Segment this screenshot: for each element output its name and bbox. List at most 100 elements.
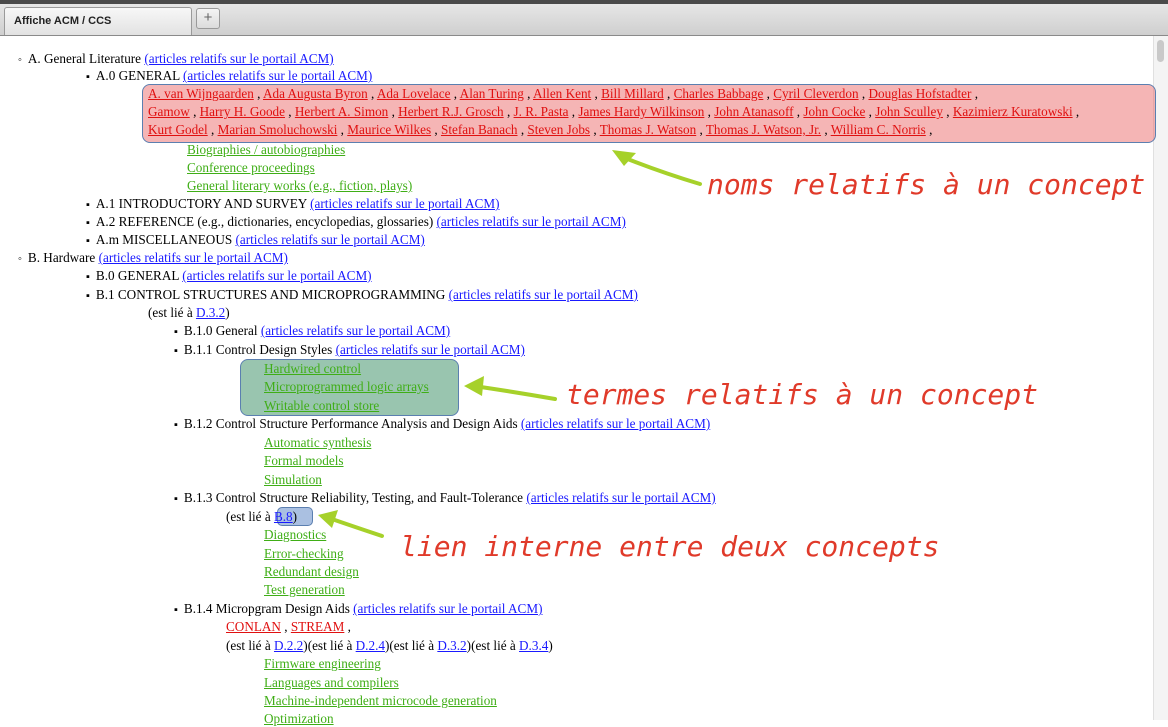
names-row-2: Gamow , Harry H. Goode , Herbert A. Simo… bbox=[148, 104, 1080, 119]
node-b0: B.0 GENERAL (articles relatifs sur le po… bbox=[86, 268, 372, 285]
name-link[interactable]: Herbert R.J. Grosch bbox=[398, 104, 503, 119]
term-row: Microprogrammed logic arrays bbox=[264, 379, 429, 395]
node-b1: B.1 CONTROL STRUCTURES AND MICROPROGRAMM… bbox=[86, 287, 638, 304]
name-link[interactable]: John Sculley bbox=[875, 104, 943, 119]
name-link[interactable]: Stefan Banach bbox=[441, 122, 518, 137]
node-b11: B.1.1 Control Design Styles (articles re… bbox=[174, 342, 525, 359]
term-row: Machine-independent microcode generation bbox=[264, 693, 497, 709]
name-link[interactable]: Thomas J. Watson, Jr. bbox=[706, 122, 821, 137]
names-row: CONLAN , STREAM , bbox=[226, 619, 351, 634]
term-link[interactable]: Optimization bbox=[264, 711, 334, 726]
annotation-terms: termes relatifs à un concept bbox=[566, 378, 1039, 411]
term-row: Languages and compilers bbox=[264, 675, 399, 691]
acm-link[interactable]: (articles relatifs sur le portail ACM) bbox=[99, 250, 288, 265]
acm-link[interactable]: (articles relatifs sur le portail ACM) bbox=[449, 287, 638, 302]
name-link[interactable]: J. R. Pasta bbox=[514, 104, 569, 119]
acm-link[interactable]: (articles relatifs sur le portail ACM) bbox=[353, 601, 542, 616]
term-link[interactable]: Redundant design bbox=[264, 564, 359, 579]
term-row: Conference proceedings bbox=[187, 160, 315, 176]
acm-link[interactable]: (articles relatifs sur le portail ACM) bbox=[182, 268, 371, 283]
acm-link[interactable]: (articles relatifs sur le portail ACM) bbox=[437, 214, 626, 229]
term-link[interactable]: Hardwired control bbox=[264, 361, 361, 376]
name-link[interactable]: Cyril Cleverdon bbox=[773, 86, 858, 101]
name-link[interactable]: Thomas J. Watson bbox=[600, 122, 697, 137]
term-row: Firmware engineering bbox=[264, 656, 381, 672]
cross-ref-link[interactable]: D.3.2 bbox=[196, 305, 225, 320]
term-row: Writable control store bbox=[264, 398, 379, 414]
node-a0-general: A.0 GENERAL (articles relatifs sur le po… bbox=[86, 68, 372, 85]
name-link[interactable]: Gamow bbox=[148, 104, 190, 119]
cross-ref-link[interactable]: D.2.2 bbox=[274, 638, 303, 653]
node-b10: B.1.0 General (articles relatifs sur le … bbox=[174, 323, 450, 340]
term-link[interactable]: Diagnostics bbox=[264, 527, 326, 542]
term-link[interactable]: General literary works (e.g., fiction, p… bbox=[187, 178, 412, 193]
term-link[interactable]: Simulation bbox=[264, 472, 322, 487]
term-row: Optimization bbox=[264, 711, 334, 727]
name-link[interactable]: Bill Millard bbox=[601, 86, 664, 101]
acm-link[interactable]: (articles relatifs sur le portail ACM) bbox=[183, 68, 372, 83]
name-link[interactable]: Ada Lovelace bbox=[377, 86, 451, 101]
name-link[interactable]: Allen Kent bbox=[533, 86, 591, 101]
name-link[interactable]: Charles Babbage bbox=[674, 86, 764, 101]
term-row: General literary works (e.g., fiction, p… bbox=[187, 178, 412, 194]
term-row: Diagnostics bbox=[264, 527, 326, 543]
acm-link[interactable]: (articles relatifs sur le portail ACM) bbox=[261, 323, 450, 338]
term-link[interactable]: Error-checking bbox=[264, 546, 344, 561]
term-row: Automatic synthesis bbox=[264, 435, 371, 451]
name-link[interactable]: Marian Smoluchowski bbox=[218, 122, 338, 137]
name-link[interactable]: Maurice Wilkes bbox=[347, 122, 431, 137]
node-b-hardware: B. Hardware (articles relatifs sur le po… bbox=[18, 250, 288, 267]
vertical-scrollbar[interactable] bbox=[1153, 36, 1168, 720]
name-link[interactable]: Ada Augusta Byron bbox=[263, 86, 368, 101]
term-link[interactable]: Biographies / autobiographies bbox=[187, 142, 345, 157]
names-row-3: Kurt Godel , Marian Smoluchowski , Mauri… bbox=[148, 122, 933, 137]
acm-link[interactable]: (articles relatifs sur le portail ACM) bbox=[521, 416, 710, 431]
term-row: Redundant design bbox=[264, 564, 359, 580]
name-link[interactable]: Harry H. Goode bbox=[200, 104, 285, 119]
name-link[interactable]: James Hardy Wilkinson bbox=[578, 104, 704, 119]
acm-link[interactable]: (articles relatifs sur le portail ACM) bbox=[336, 342, 525, 357]
scrollbar-thumb[interactable] bbox=[1157, 40, 1164, 62]
name-link[interactable]: Douglas Hofstadter bbox=[868, 86, 971, 101]
name-link[interactable]: Steven Jobs bbox=[527, 122, 590, 137]
term-link[interactable]: Machine-independent microcode generation bbox=[264, 693, 497, 708]
term-row: Simulation bbox=[264, 472, 322, 488]
name-link[interactable]: John Atanasoff bbox=[714, 104, 793, 119]
term-link[interactable]: Writable control store bbox=[264, 398, 379, 413]
cross-ref-link[interactable]: D.3.4 bbox=[519, 638, 548, 653]
name-link[interactable]: STREAM bbox=[291, 619, 345, 634]
term-link[interactable]: Formal models bbox=[264, 453, 344, 468]
term-row: Error-checking bbox=[264, 546, 344, 562]
name-link[interactable]: William C. Norris bbox=[831, 122, 926, 137]
name-link[interactable]: Kurt Godel bbox=[148, 122, 208, 137]
node-a-general-literature: A. General Literature (articles relatifs… bbox=[18, 51, 334, 68]
document-content: A. General Literature (articles relatifs… bbox=[0, 0, 1150, 726]
cross-ref-link[interactable]: D.3.2 bbox=[437, 638, 466, 653]
term-link[interactable]: Microprogrammed logic arrays bbox=[264, 379, 429, 394]
node-am: A.m MISCELLANEOUS (articles relatifs sur… bbox=[86, 232, 425, 249]
cross-ref-link[interactable]: D.2.4 bbox=[356, 638, 385, 653]
name-link[interactable]: John Cocke bbox=[803, 104, 865, 119]
name-link[interactable]: A. van Wijngaarden bbox=[148, 86, 254, 101]
names-row-1: A. van Wijngaarden , Ada Augusta Byron ,… bbox=[148, 86, 978, 101]
term-link[interactable]: Automatic synthesis bbox=[264, 435, 371, 450]
name-link[interactable]: CONLAN bbox=[226, 619, 281, 634]
node-a1: A.1 INTRODUCTORY AND SURVEY (articles re… bbox=[86, 196, 500, 213]
name-link[interactable]: Herbert A. Simon bbox=[295, 104, 388, 119]
name-link[interactable]: Kazimierz Kuratowski bbox=[953, 104, 1073, 119]
node-a2: A.2 REFERENCE (e.g., dictionaries, encyc… bbox=[86, 214, 626, 231]
term-row: Biographies / autobiographies bbox=[187, 142, 345, 158]
acm-link[interactable]: (articles relatifs sur le portail ACM) bbox=[310, 196, 499, 211]
cross-ref-link[interactable]: B.8 bbox=[274, 509, 293, 524]
node-b13: B.1.3 Control Structure Reliability, Tes… bbox=[174, 490, 716, 507]
term-link[interactable]: Languages and compilers bbox=[264, 675, 399, 690]
term-row: Test generation bbox=[264, 582, 345, 598]
term-link[interactable]: Firmware engineering bbox=[264, 656, 381, 671]
term-link[interactable]: Conference proceedings bbox=[187, 160, 315, 175]
cross-ref-row: (est lié à B.8) bbox=[226, 509, 298, 524]
acm-link[interactable]: (articles relatifs sur le portail ACM) bbox=[235, 232, 424, 247]
term-link[interactable]: Test generation bbox=[264, 582, 345, 597]
acm-link[interactable]: (articles relatifs sur le portail ACM) bbox=[526, 490, 715, 505]
name-link[interactable]: Alan Turing bbox=[460, 86, 524, 101]
acm-link[interactable]: (articles relatifs sur le portail ACM) bbox=[144, 51, 333, 66]
